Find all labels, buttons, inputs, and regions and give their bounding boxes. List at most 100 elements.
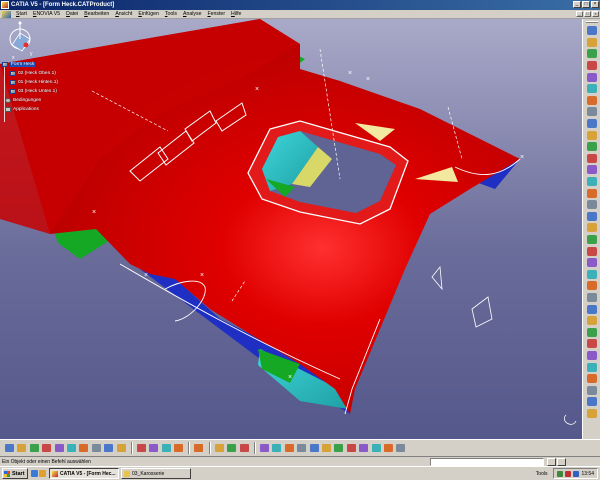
part-design-icon[interactable] [585, 37, 599, 49]
join-icon[interactable] [585, 176, 599, 188]
clock[interactable]: 13:54 [581, 471, 594, 477]
loft-icon[interactable] [585, 153, 599, 165]
axis-icon[interactable] [226, 443, 237, 454]
sweep-icon[interactable] [585, 129, 599, 141]
task-folder[interactable]: 03_Karosserie [121, 468, 191, 479]
doc-close-button[interactable]: × [592, 11, 599, 17]
material-icon[interactable] [239, 443, 250, 454]
open-icon[interactable] [16, 443, 27, 454]
document-icon[interactable] [2, 10, 11, 18]
trim-icon[interactable] [585, 222, 599, 234]
menu-fenster[interactable]: Fenster [204, 11, 228, 17]
menu-start[interactable]: Start [13, 11, 30, 17]
close-button[interactable]: × [591, 1, 599, 8]
fit-all-icon[interactable] [271, 443, 282, 454]
connect-icon[interactable] [585, 396, 599, 408]
sphere-icon[interactable] [585, 95, 599, 107]
translate-icon[interactable] [585, 268, 599, 280]
shading-icon[interactable] [358, 443, 369, 454]
update-icon[interactable] [136, 443, 147, 454]
revolve-icon[interactable] [585, 83, 599, 95]
tree-node-applications[interactable]: Applications [2, 105, 82, 114]
hide-show-icon[interactable] [371, 443, 382, 454]
boundary-icon[interactable] [585, 234, 599, 246]
swap-visible-icon[interactable] [383, 443, 394, 454]
cut-icon[interactable] [54, 443, 65, 454]
affinity-icon[interactable] [585, 315, 599, 327]
fill-icon[interactable] [585, 141, 599, 153]
menu-enovia[interactable]: ENOVIA V5 [30, 11, 63, 17]
healing-icon[interactable] [585, 187, 599, 199]
maximize-button[interactable]: □ [582, 1, 590, 8]
layer-icon[interactable] [395, 443, 406, 454]
wireframe-icon[interactable] [585, 48, 599, 60]
iso-view-icon[interactable] [346, 443, 357, 454]
scaling-icon[interactable] [585, 303, 599, 315]
measure-icon[interactable] [214, 443, 225, 454]
command-apply-button[interactable] [547, 458, 556, 466]
curvature-icon[interactable] [585, 384, 599, 396]
toolbar-grip[interactable] [585, 21, 598, 23]
symmetry-icon[interactable] [585, 292, 599, 304]
minimize-button[interactable]: _ [573, 1, 581, 8]
menu-hilfe[interactable]: Hilfe [228, 11, 244, 17]
print-icon[interactable] [41, 443, 52, 454]
fillet-icon[interactable] [585, 257, 599, 269]
zoom-in-icon[interactable] [309, 443, 320, 454]
untrim-icon[interactable] [585, 199, 599, 211]
extract-icon[interactable] [585, 245, 599, 257]
surface-icon[interactable] [585, 60, 599, 72]
offset-icon[interactable] [585, 118, 599, 130]
sketcher-icon[interactable] [585, 25, 599, 37]
split-icon[interactable] [585, 211, 599, 223]
paste-icon[interactable] [78, 443, 89, 454]
redo-icon[interactable] [103, 443, 114, 454]
whats-this-icon[interactable] [116, 443, 127, 454]
catalog-icon[interactable] [148, 443, 159, 454]
command-input[interactable] [430, 458, 544, 466]
undo-icon[interactable] [91, 443, 102, 454]
blend-icon[interactable] [585, 164, 599, 176]
invert-icon[interactable] [585, 338, 599, 350]
volume-icon[interactable] [573, 470, 580, 477]
3d-viewport[interactable]: × × × × × × × × Form Heck 02 (Heck Oben.… [0, 19, 582, 439]
fly-icon[interactable] [259, 443, 270, 454]
car-body-model[interactable]: × × × × × × × × [0, 19, 582, 439]
tree-node-02[interactable]: 02 (Heck Oben.1) [2, 69, 82, 78]
doc-restore-button[interactable]: □ [584, 11, 591, 17]
antivirus-icon[interactable] [565, 470, 572, 477]
compass-icon[interactable]: x y [0, 19, 40, 63]
start-button[interactable]: Start [2, 468, 28, 479]
desktop-icon[interactable] [31, 470, 38, 477]
network-icon[interactable] [557, 470, 564, 477]
task-catia[interactable]: CATIA V5 - [Form Hec... [49, 468, 119, 479]
tree-node-01[interactable]: 01 (Heck Hinten.1) [2, 78, 82, 87]
new-icon[interactable] [4, 443, 15, 454]
extrude-icon[interactable] [585, 71, 599, 83]
catia-app-icon[interactable] [1, 1, 9, 9]
save-icon[interactable] [29, 443, 40, 454]
analysis-icon[interactable] [585, 361, 599, 373]
menu-analyse[interactable]: Analyse [180, 11, 204, 17]
copy-icon[interactable] [66, 443, 77, 454]
formula-icon[interactable] [161, 443, 172, 454]
knowledge-icon[interactable] [173, 443, 184, 454]
zoom-out-icon[interactable] [321, 443, 332, 454]
rotate-view-icon[interactable] [296, 443, 307, 454]
swap-icon[interactable] [193, 443, 204, 454]
tree-node-03[interactable]: 03 (Heck Unten.1) [2, 87, 82, 96]
normal-view-icon[interactable] [333, 443, 344, 454]
rotate-icon[interactable] [585, 280, 599, 292]
menu-bearbeiten[interactable]: Bearbeiten [81, 11, 112, 17]
cylinder-icon[interactable] [585, 106, 599, 118]
extrapolate-icon[interactable] [585, 326, 599, 338]
tray-tools-label[interactable]: Tools [536, 471, 548, 477]
menu-tools[interactable]: Tools [162, 11, 180, 17]
cut-icon[interactable] [585, 408, 599, 420]
near-icon[interactable] [585, 350, 599, 362]
draft-analysis-icon[interactable] [585, 373, 599, 385]
explorer-icon[interactable] [39, 470, 46, 477]
menu-ansicht[interactable]: Ansicht [112, 11, 135, 17]
tree-node-constraints[interactable]: Bedingungen [2, 96, 82, 105]
menu-datei[interactable]: Datei [63, 11, 81, 17]
